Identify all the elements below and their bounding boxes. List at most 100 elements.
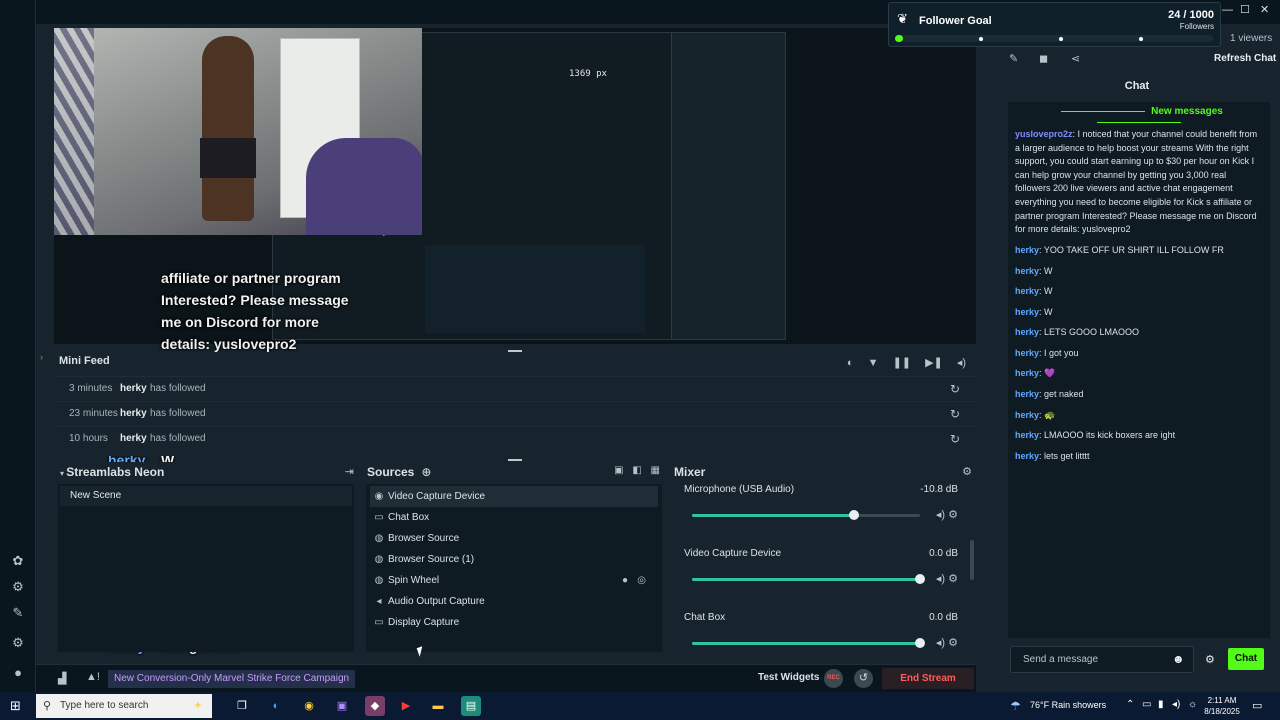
replay-alert-icon[interactable]: ↻ <box>950 377 960 401</box>
volume-slider[interactable] <box>692 574 925 584</box>
sources-folder-icon[interactable]: ▣ <box>614 465 623 476</box>
battery-icon[interactable]: ▮ <box>1158 699 1164 710</box>
chat-username[interactable]: herky <box>1015 368 1039 378</box>
source-item[interactable]: ▭ Display Capture <box>370 612 658 633</box>
taskbar-search-input[interactable]: ⚲ Type here to search <box>36 694 212 718</box>
mixer-scrollbar[interactable] <box>970 540 974 580</box>
chat-input[interactable]: Send a message <box>1010 646 1194 673</box>
chat-username[interactable]: herky <box>1015 410 1039 420</box>
share-icon[interactable]: ⋖ <box>1071 52 1080 65</box>
record-button[interactable]: REC <box>824 669 843 688</box>
gear-icon[interactable]: ⚙ <box>948 637 958 649</box>
stream-preview[interactable]: 1369 px 770 px <box>54 28 976 344</box>
chat-username[interactable]: herky <box>1015 389 1039 399</box>
collapse-arrow-icon[interactable]: › <box>40 352 43 362</box>
apps-icon[interactable]: ⚙ <box>9 578 27 596</box>
chat-heading: Chat <box>1124 80 1150 92</box>
twitch-icon[interactable]: ▣ <box>332 696 352 716</box>
maximize-icon[interactable]: ☐ <box>1240 3 1250 16</box>
chat-settings-icon[interactable]: ⚙ <box>1205 653 1215 666</box>
taskbar-clock[interactable]: 2:11 AM 8/18/2025 <box>1200 695 1244 717</box>
chat-username[interactable]: herky <box>1015 266 1039 276</box>
gear-icon[interactable]: ⚙ <box>948 509 958 521</box>
source-item[interactable]: ◂ Audio Output Capture <box>370 591 658 612</box>
chat-username[interactable]: yuslovepro2z <box>1015 129 1073 139</box>
notifications-icon[interactable]: ▭ <box>1252 699 1262 712</box>
volume-slider[interactable] <box>692 638 925 648</box>
volume-icon[interactable]: ◂) <box>957 357 966 369</box>
app-icon[interactable]: ◆ <box>365 696 385 716</box>
chat-username[interactable]: herky <box>1015 348 1039 358</box>
themes-icon[interactable]: ✿ <box>9 552 27 570</box>
scenes-panel: ▾ Streamlabs Neon ⇥ New Scene <box>54 462 358 652</box>
source-item[interactable]: ◍ Browser Source (1) <box>370 549 658 570</box>
chat-username[interactable]: herky <box>1015 451 1039 461</box>
search-highlight-icon[interactable]: ✦ <box>188 696 208 716</box>
chat-message: herky: get naked <box>1015 389 1084 399</box>
popout-icon[interactable]: ◼ <box>1039 52 1048 65</box>
replay-alert-icon[interactable]: ↻ <box>950 402 960 426</box>
new-messages-divider[interactable]: New messages <box>1008 106 1270 128</box>
edge-icon[interactable]: ◐ <box>266 696 286 716</box>
chat-username[interactable]: herky <box>1015 430 1039 440</box>
source-item[interactable]: ◍ Spin Wheel ● ◎ <box>370 570 658 591</box>
refresh-chat-button[interactable]: Refresh Chat <box>1214 53 1276 64</box>
follower-goal-unit: Followers <box>1179 22 1214 31</box>
language-icon[interactable]: ☼ <box>1188 699 1197 710</box>
taskbar-weather[interactable]: 76°F Rain showers <box>1030 700 1106 710</box>
gear-icon[interactable]: ⚙ <box>948 573 958 585</box>
mixer-settings-icon[interactable]: ⚙ <box>962 465 972 478</box>
volume-icon[interactable]: ◂) <box>936 637 945 649</box>
source-properties-icon[interactable]: ▦ <box>651 465 660 476</box>
settings-icon[interactable]: ⚙ <box>9 634 27 652</box>
hidden-eye-icon[interactable]: ◎ <box>637 570 646 591</box>
windows-taskbar: ⊞ ⚲ Type here to search ✦ ❐ ◐ ◉ ▣ ◆ ▶ ▬ ▤… <box>0 692 1280 720</box>
scene-transition-icon[interactable]: ⇥ <box>345 465 354 478</box>
chat-message: yuslovepro2z: I noticed that your channe… <box>1015 129 1258 235</box>
windows-start-icon[interactable]: ⊞ <box>10 698 21 714</box>
youtube-icon[interactable]: ▶ <box>396 696 416 716</box>
network-icon[interactable]: ▭ <box>1142 699 1151 710</box>
volume-icon[interactable]: ◂) <box>936 573 945 585</box>
promo-banner[interactable]: New Conversion-Only Marvel Strike Force … <box>108 670 356 688</box>
scene-item[interactable]: New Scene <box>60 486 352 506</box>
volume-slider[interactable] <box>692 510 920 520</box>
streamlabs-icon[interactable]: ▤ <box>461 696 481 716</box>
chat-username[interactable]: herky <box>1015 307 1039 317</box>
profile-icon[interactable]: ● <box>9 664 27 682</box>
emoji-icon[interactable]: ☻ <box>1172 652 1185 666</box>
tray-chevron-icon[interactable]: ⌃ <box>1126 699 1134 710</box>
source-item[interactable]: ◉ Video Capture Device <box>370 486 658 507</box>
skip-icon[interactable]: ▶❚ <box>925 357 943 369</box>
filter-icon[interactable]: ▼ <box>868 357 879 369</box>
test-widgets-button[interactable]: Test Widgets <box>758 672 819 683</box>
source-item[interactable]: ◍ Browser Source <box>370 528 658 549</box>
chrome-icon[interactable]: ◉ <box>299 696 319 716</box>
chat-username[interactable]: herky <box>1015 286 1039 296</box>
filter-settings-icon[interactable]: ◐ <box>847 357 854 369</box>
close-icon[interactable]: ✕ <box>1260 3 1269 16</box>
source-item[interactable]: ▭ Chat Box <box>370 507 658 528</box>
volume-icon[interactable]: ◂) <box>936 509 945 521</box>
chat-username[interactable]: herky <box>1015 245 1039 255</box>
chat-send-button[interactable]: Chat <box>1228 648 1264 670</box>
pause-icon[interactable]: ❚❚ <box>893 357 911 369</box>
replay-buffer-icon[interactable]: ↺ <box>854 669 873 688</box>
end-stream-button[interactable]: End Stream <box>882 668 974 689</box>
remove-source-icon[interactable]: ◧ <box>632 465 641 476</box>
edit-icon[interactable]: ✎ <box>1009 52 1018 65</box>
add-source-icon[interactable]: ⊕ <box>421 465 431 479</box>
lock-icon[interactable]: ● <box>622 570 628 591</box>
task-view-icon[interactable]: ❐ <box>232 696 252 716</box>
stats-icon[interactable]: ▟ <box>58 672 66 685</box>
replay-alert-icon[interactable]: ↻ <box>950 427 960 451</box>
chat-username[interactable]: herky <box>1015 327 1039 337</box>
file-explorer-icon[interactable]: ▬ <box>428 696 448 716</box>
minimize-icon[interactable]: — <box>1222 4 1233 16</box>
highlighter-icon[interactable]: ✎ <box>9 604 27 622</box>
sources-panel: Sources ⊕ ▣ ◧ ▦ ◉ Video Capture Device ▭ Ch… <box>362 462 666 652</box>
scene-collection-title[interactable]: ▾ Streamlabs Neon <box>60 465 164 479</box>
volume-icon[interactable]: ◂) <box>1172 699 1180 710</box>
resize-handle[interactable] <box>508 459 522 461</box>
alert-icon[interactable]: ▲! <box>86 671 100 683</box>
